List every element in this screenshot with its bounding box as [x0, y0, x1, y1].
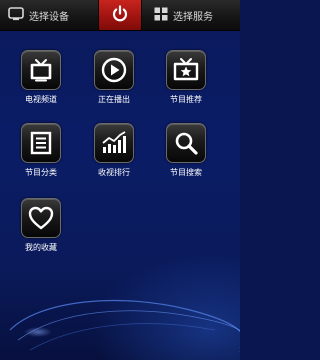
select-device-label: 选择设备 — [29, 11, 69, 23]
search-icon — [166, 123, 206, 163]
tile-ranking[interactable]: 收视排行 — [84, 123, 144, 178]
tile-label: 节目搜索 — [170, 168, 202, 177]
tile-recommend[interactable]: 节目推荐 — [156, 50, 216, 105]
tile-label: 收视排行 — [98, 168, 130, 177]
power-icon — [111, 4, 129, 26]
select-device-button[interactable]: 选择设备 — [0, 0, 98, 30]
heart-icon — [21, 198, 61, 238]
grid-icon — [154, 7, 168, 24]
tile-label: 节目分类 — [25, 168, 57, 177]
play-icon — [94, 50, 134, 90]
tile-now-playing[interactable]: 正在播出 — [84, 50, 144, 105]
tile-search[interactable]: 节目搜索 — [156, 123, 216, 178]
top-bar: 选择设备 选择服务 — [0, 0, 240, 31]
ranking-chart-icon — [94, 123, 134, 163]
tile-categories[interactable]: 节目分类 — [11, 123, 71, 178]
select-service-button[interactable]: 选择服务 — [142, 0, 240, 30]
tile-label: 电视频道 — [25, 95, 57, 104]
tile-tv-channel[interactable]: 电视频道 — [11, 50, 71, 105]
tile-label: 节目推荐 — [170, 95, 202, 104]
tile-label: 我的收藏 — [25, 243, 57, 252]
list-icon — [21, 123, 61, 163]
power-button[interactable] — [98, 0, 142, 30]
recommend-icon — [166, 50, 206, 90]
select-service-label: 选择服务 — [173, 11, 213, 23]
monitor-icon — [8, 6, 24, 24]
tile-label: 正在播出 — [98, 95, 130, 104]
tile-favorites[interactable]: 我的收藏 — [11, 198, 71, 253]
tv-channel-icon — [21, 50, 61, 90]
